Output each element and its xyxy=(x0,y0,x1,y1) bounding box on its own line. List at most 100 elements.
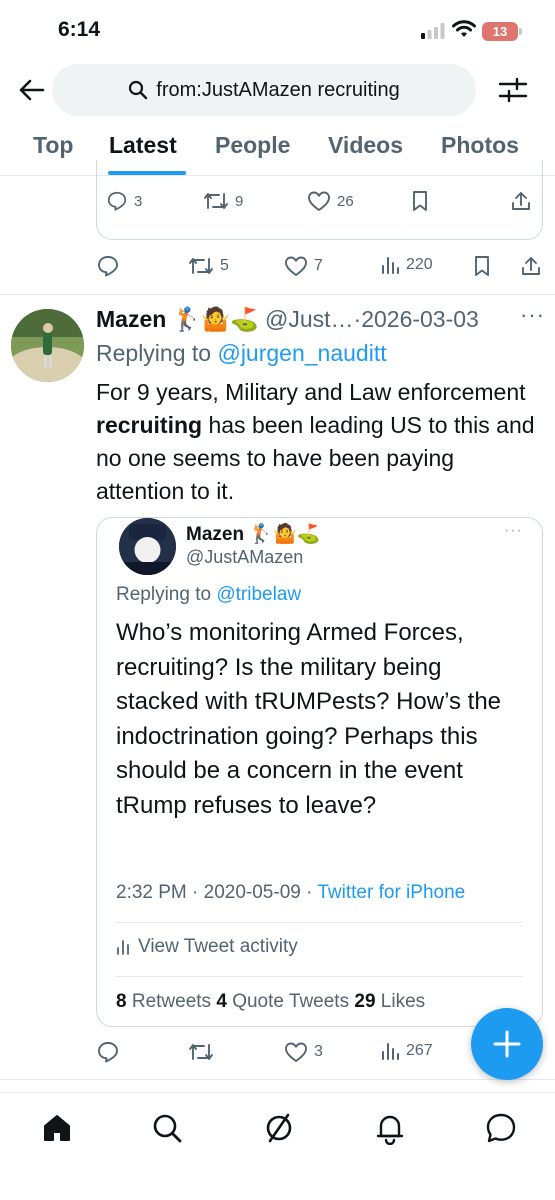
share-icon xyxy=(512,192,530,210)
views-icon xyxy=(382,1043,399,1060)
tab-photos[interactable]: Photos xyxy=(441,132,519,159)
previous-quote-like-button[interactable]: 26 xyxy=(307,190,354,212)
avatar[interactable] xyxy=(11,309,84,382)
bottom-navigation xyxy=(0,1092,555,1200)
tweet-header: Mazen 🏌🤷⛳ @Just…·2026-03-03 xyxy=(96,306,546,333)
replying-to-link[interactable]: @jurgen_nauditt xyxy=(217,340,386,366)
quoted-avatar xyxy=(119,518,176,575)
filter-icon[interactable] xyxy=(498,76,528,104)
compose-button[interactable] xyxy=(471,1008,543,1080)
reply-icon xyxy=(98,256,118,277)
tweet-text-highlight: recruiting xyxy=(96,412,203,438)
tab-top[interactable]: Top xyxy=(33,132,73,159)
view-tweet-activity-button[interactable]: View Tweet activity xyxy=(116,936,298,958)
search-query: from:JustAMazen recruiting xyxy=(156,78,400,101)
quoted-tweet-meta: 2:32 PM · 2020-05-09 · Twitter for iPhon… xyxy=(116,882,465,904)
quoted-author-name: Mazen 🏌🤷⛳ xyxy=(186,522,320,546)
view-tweet-activity-label: View Tweet activity xyxy=(138,936,298,957)
tweet-text: For 9 years, Military and Law enforcemen… xyxy=(96,376,536,508)
retweet-icon xyxy=(189,258,213,274)
search-input[interactable]: from:JustAMazen recruiting xyxy=(52,64,476,116)
retweet-icon xyxy=(189,1044,213,1060)
tweet-date: ·2026-03-03 xyxy=(353,306,479,332)
retweet-button[interactable] xyxy=(188,1041,214,1063)
battery-indicator: 13 xyxy=(482,22,522,41)
retweets-count: 8 xyxy=(116,991,127,1012)
status-bar: 6:14 13 xyxy=(0,0,555,56)
previous-quote-retweet-button[interactable]: 9 xyxy=(203,190,243,212)
reply-icon xyxy=(107,191,127,211)
previous-tweet-views-button[interactable]: 220 xyxy=(380,255,433,275)
quoted-divider xyxy=(116,922,523,923)
back-arrow-icon[interactable] xyxy=(18,76,46,104)
likes-label[interactable]: Likes xyxy=(376,991,425,1012)
previous-tweet-views-count: 220 xyxy=(406,256,433,273)
views-count: 267 xyxy=(406,1042,433,1059)
cellular-signal-icon xyxy=(421,23,445,39)
reply-icon xyxy=(98,1042,118,1063)
tab-people[interactable]: People xyxy=(215,132,290,159)
like-icon xyxy=(285,256,307,276)
quoted-tweet-card[interactable]: Mazen 🏌🤷⛳ @JustAMazen ··· Replying to @t… xyxy=(96,517,543,1027)
tweet-text-part-1: For 9 years, Military and Law enforcemen… xyxy=(96,379,526,405)
like-button[interactable]: 3 xyxy=(284,1041,323,1063)
explore-icon[interactable] xyxy=(150,1111,184,1145)
wifi-icon xyxy=(452,20,476,37)
quoted-replying-to-prefix: Replying to xyxy=(116,584,217,605)
search-icon xyxy=(129,80,148,100)
bookmark-icon xyxy=(475,256,489,276)
quoted-tweet-time: 2:32 PM · 2020-05-09 · xyxy=(116,882,318,903)
quote-tweets-count: 4 xyxy=(216,991,227,1012)
retweets-label[interactable]: Retweets xyxy=(127,991,217,1012)
like-icon xyxy=(308,191,330,211)
quoted-author-name-text: Mazen xyxy=(186,524,245,545)
previous-quote-reply-button[interactable]: 3 xyxy=(106,190,142,212)
previous-quote-like-count: 26 xyxy=(337,192,354,210)
more-options-icon[interactable]: ··· xyxy=(520,302,545,328)
previous-tweet-retweet-button[interactable]: 5 xyxy=(188,255,229,277)
previous-quote-retweet-count: 9 xyxy=(235,192,244,210)
previous-quote-bookmark-button[interactable] xyxy=(410,190,430,212)
tweet-divider xyxy=(0,294,555,295)
author-emojis: 🏌🤷⛳ xyxy=(172,306,259,332)
previous-quote-reply-count: 3 xyxy=(134,192,143,210)
like-icon xyxy=(285,1042,307,1062)
replying-to-prefix: Replying to xyxy=(96,340,218,366)
previous-tweet-like-button[interactable]: 7 xyxy=(284,255,323,277)
quoted-tweet-source[interactable]: Twitter for iPhone xyxy=(317,882,465,903)
retweet-icon xyxy=(204,193,228,209)
quote-tweets-label[interactable]: Quote Tweets xyxy=(227,991,354,1012)
quoted-more-options-icon[interactable]: ··· xyxy=(504,522,523,540)
quoted-author-emojis: 🏌🤷⛳ xyxy=(249,524,321,545)
views-icon xyxy=(117,940,129,955)
tab-latest[interactable]: Latest xyxy=(109,132,177,159)
previous-tweet-bookmark-button[interactable] xyxy=(472,255,492,277)
quoted-replying-to-link[interactable]: @tribelaw xyxy=(216,584,301,605)
messages-icon[interactable] xyxy=(484,1111,518,1145)
avatar-photo xyxy=(11,309,84,382)
previous-quote-share-button[interactable] xyxy=(510,190,532,212)
quoted-avatar-photo xyxy=(119,518,176,575)
views-button[interactable]: 267 xyxy=(380,1041,433,1061)
quoted-divider xyxy=(116,976,523,977)
author-handle[interactable]: @Just… xyxy=(265,306,354,332)
author-name[interactable]: Mazen xyxy=(96,306,166,332)
views-icon xyxy=(382,257,399,274)
reply-button[interactable] xyxy=(96,1040,120,1064)
likes-count: 29 xyxy=(354,991,376,1012)
tab-videos[interactable]: Videos xyxy=(328,132,403,159)
previous-tweet-retweet-count: 5 xyxy=(220,257,229,274)
status-time: 6:14 xyxy=(58,18,101,41)
quoted-replying-to: Replying to @tribelaw xyxy=(116,584,301,606)
quoted-tweet-stats: 8 Retweets 4 Quote Tweets 29 Likes xyxy=(116,991,425,1013)
bookmark-icon xyxy=(413,191,427,211)
previous-tweet-share-button[interactable] xyxy=(520,255,542,277)
quoted-author-handle: @JustAMazen xyxy=(186,547,304,567)
notifications-icon[interactable] xyxy=(373,1111,407,1145)
spaces-icon[interactable] xyxy=(262,1111,296,1145)
compose-icon xyxy=(493,1030,521,1058)
quoted-tweet-text: Who’s monitoring Armed Forces, recruitin… xyxy=(116,619,502,819)
previous-tweet-reply-button[interactable] xyxy=(96,254,120,278)
home-icon[interactable] xyxy=(40,1111,74,1145)
share-icon xyxy=(522,257,540,275)
